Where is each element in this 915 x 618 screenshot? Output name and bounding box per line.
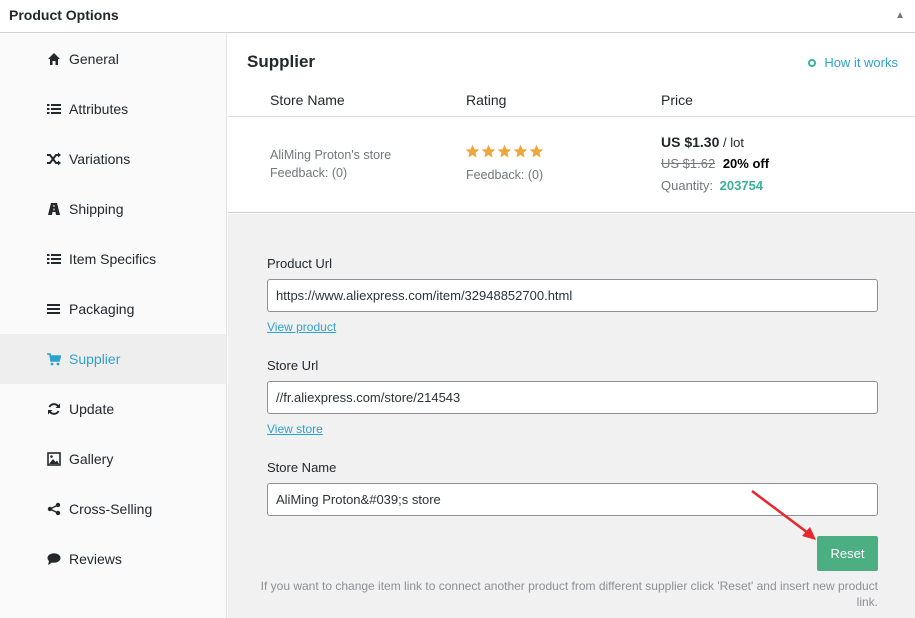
- list-icon: [46, 251, 62, 267]
- rating-stars: [465, 144, 544, 159]
- sidebar-item-label: Cross-Selling: [69, 501, 153, 517]
- sidebar-item-attributes[interactable]: Attributes: [0, 84, 226, 134]
- supplier-panel: Supplier How it works Store Name Rating …: [228, 34, 915, 618]
- store-url-label: Store Url: [267, 358, 319, 373]
- sidebar-item-reviews[interactable]: Reviews: [0, 534, 226, 584]
- sidebar: General Attributes Variations Shipping I…: [0, 34, 227, 618]
- star-icon: [529, 144, 544, 158]
- store-url-input[interactable]: [267, 381, 878, 414]
- cart-icon: [46, 351, 62, 367]
- product-options-header[interactable]: Product Options ▲: [0, 0, 915, 33]
- how-it-works-label: How it works: [824, 55, 898, 70]
- menu-icon: [46, 301, 62, 317]
- info-circle-icon: [808, 58, 817, 67]
- star-icon: [481, 144, 496, 158]
- comment-icon: [46, 551, 62, 567]
- sidebar-item-supplier[interactable]: Supplier: [0, 334, 226, 384]
- share-icon: [46, 501, 62, 517]
- star-icon: [497, 144, 512, 158]
- current-price: US $1.30 / lot: [661, 134, 744, 150]
- sidebar-item-label: Variations: [69, 151, 131, 167]
- refresh-icon: [46, 401, 62, 417]
- star-icon: [513, 144, 528, 158]
- star-icon: [465, 144, 480, 158]
- product-url-label: Product Url: [267, 256, 333, 271]
- sidebar-item-gallery[interactable]: Gallery: [0, 434, 226, 484]
- quantity-value: 203754: [719, 178, 764, 193]
- reset-help-text: If you want to change item link to conne…: [260, 579, 878, 609]
- column-header-store: Store Name: [270, 92, 345, 108]
- column-header-price: Price: [661, 92, 693, 108]
- sidebar-item-label: Packaging: [69, 301, 135, 317]
- sidebar-item-label: Item Specifics: [69, 251, 157, 267]
- shuffle-icon: [46, 151, 62, 167]
- panel-title: Product Options: [9, 7, 119, 23]
- quantity-label: Quantity:: [661, 178, 714, 193]
- rating-feedback: Feedback: (0): [466, 168, 544, 182]
- old-price-row: US $1.62 20% off: [661, 156, 769, 171]
- quantity-row: Quantity: 203754: [661, 178, 763, 193]
- sidebar-item-label: Reviews: [69, 551, 122, 567]
- caret-up-icon[interactable]: ▲: [895, 10, 905, 21]
- price-value: US $1.30: [661, 134, 720, 150]
- sidebar-item-packaging[interactable]: Packaging: [0, 284, 226, 334]
- sidebar-item-label: General: [69, 51, 119, 67]
- sidebar-item-label: Supplier: [69, 351, 121, 367]
- sidebar-item-label: Update: [69, 401, 115, 417]
- supplier-form: Product Url View product Store Url View …: [228, 214, 915, 618]
- sidebar-item-shipping[interactable]: Shipping: [0, 184, 226, 234]
- view-product-link[interactable]: View product: [267, 320, 336, 334]
- image-icon: [46, 451, 62, 467]
- how-it-works-link[interactable]: How it works: [808, 55, 898, 70]
- section-title: Supplier: [247, 52, 316, 71]
- store-feedback: Feedback: (0): [270, 166, 348, 180]
- sidebar-item-variations[interactable]: Variations: [0, 134, 226, 184]
- list-icon: [46, 101, 62, 117]
- old-price: US $1.62: [661, 156, 716, 171]
- sidebar-item-label: Gallery: [69, 451, 114, 467]
- store-name: AliMing Proton's store: [270, 148, 392, 162]
- price-unit: / lot: [723, 135, 744, 150]
- sidebar-item-item-specifics[interactable]: Item Specifics: [0, 234, 226, 284]
- truck-icon: [46, 201, 62, 217]
- store-name-label: Store Name: [267, 460, 337, 475]
- sidebar-item-label: Attributes: [69, 101, 129, 117]
- sidebar-item-label: Shipping: [69, 201, 124, 217]
- view-store-link[interactable]: View store: [267, 422, 323, 436]
- home-icon: [46, 51, 62, 67]
- reset-button[interactable]: Reset: [817, 536, 878, 571]
- product-url-input[interactable]: [267, 279, 878, 312]
- divider: [228, 116, 915, 117]
- sidebar-item-general[interactable]: General: [0, 34, 226, 84]
- discount-label: 20% off: [722, 156, 770, 171]
- sidebar-item-cross-selling[interactable]: Cross-Selling: [0, 484, 226, 534]
- sidebar-item-update[interactable]: Update: [0, 384, 226, 434]
- column-header-rating: Rating: [466, 92, 507, 108]
- supplier-summary: Supplier How it works Store Name Rating …: [228, 34, 915, 213]
- red-arrow-annotation: [751, 490, 816, 540]
